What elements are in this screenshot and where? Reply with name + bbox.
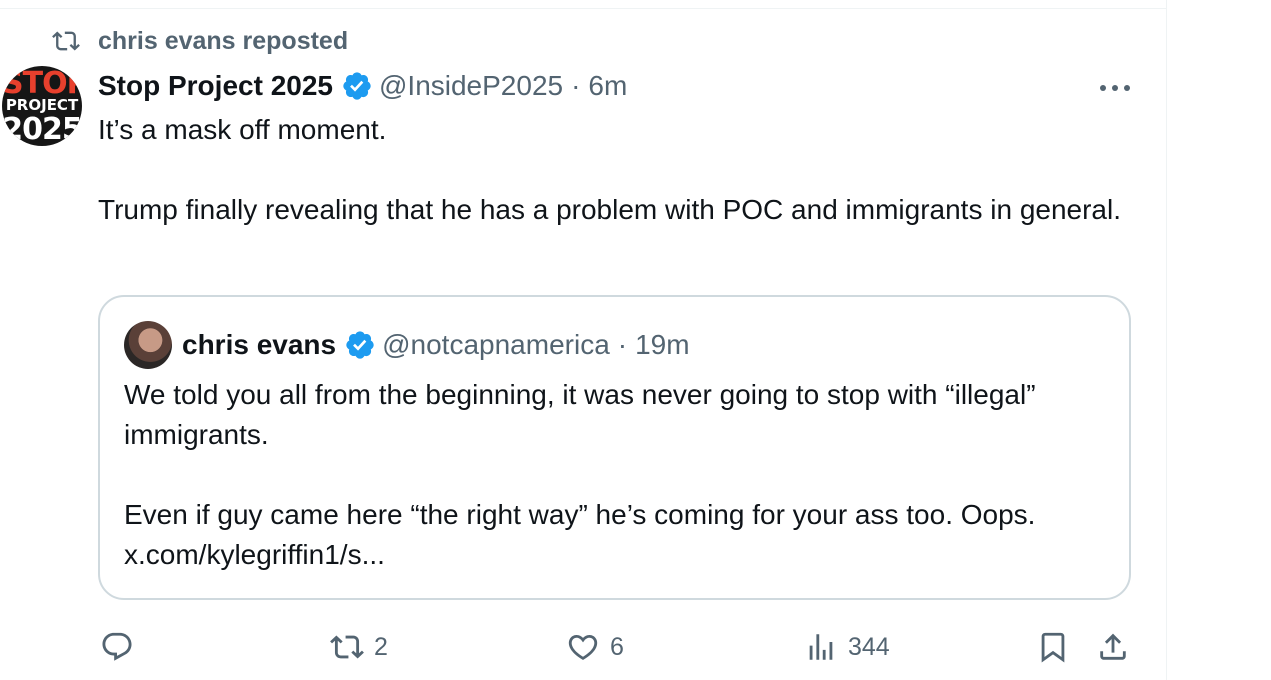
bookmark-icon [1041,632,1065,663]
repost-context[interactable]: chris evans reposted [50,26,348,56]
author-name[interactable]: Stop Project 2025 [98,70,333,102]
tweet-text: It’s a mask off moment. Trump finally re… [98,110,1138,230]
separator-dot: · [617,329,628,360]
divider [0,8,1166,9]
repost-icon [52,31,80,51]
tweet-timestamp[interactable]: 6m [588,70,627,102]
like-button[interactable]: 6 [566,622,624,672]
views-button[interactable]: 344 [804,622,890,672]
tweet-header: Stop Project 2025 @InsideP2025 · 6m [98,66,627,106]
tweet-text-line: Trump finally revealing that he has a pr… [98,194,1121,225]
share-button[interactable] [1096,622,1140,672]
repost-button[interactable]: 2 [330,622,388,672]
more-options-icon[interactable] [1098,78,1132,98]
separator-dot: · [571,70,581,101]
timeline-column: chris evans reposted STOP PROJECT 2025 S… [0,0,1167,680]
quote-author-handle: @notcapnamerica [382,329,610,360]
tweet-actions-bar: 2 6 344 [0,622,1166,672]
quote-author-avatar [124,321,172,369]
repost-count: 2 [374,632,388,661]
quoted-tweet-card[interactable]: chris evans @notcapnamerica · 19m We tol… [98,295,1131,600]
quote-author-name: chris evans [182,329,337,360]
reply-icon [102,632,132,661]
like-count: 6 [610,632,624,661]
share-icon [1100,633,1126,660]
tweet-text-line: It’s a mask off moment. [98,114,387,145]
quote-header: chris evans @notcapnamerica · 19m [182,325,690,365]
verified-badge-icon [346,331,374,359]
verified-badge-icon[interactable] [341,70,373,102]
repost-context-label: chris evans reposted [98,26,349,55]
quote-text: We told you all from the beginning, it w… [124,375,1104,575]
avatar-text-line3: 2025 [2,112,82,146]
quote-text-line: We told you all from the beginning, it w… [124,379,1036,450]
author-avatar[interactable]: STOP PROJECT 2025 [2,66,82,146]
bookmark-button[interactable] [1036,622,1080,672]
quote-text-line: Even if guy came here “the right way” he… [124,499,1036,570]
views-count: 344 [848,632,890,661]
quote-timestamp: 19m [635,329,690,360]
views-chart-icon [809,634,833,660]
reply-button[interactable] [100,622,144,672]
repost-icon [330,635,364,659]
heart-icon [568,634,598,660]
author-handle[interactable]: @InsideP2025 [379,70,563,102]
